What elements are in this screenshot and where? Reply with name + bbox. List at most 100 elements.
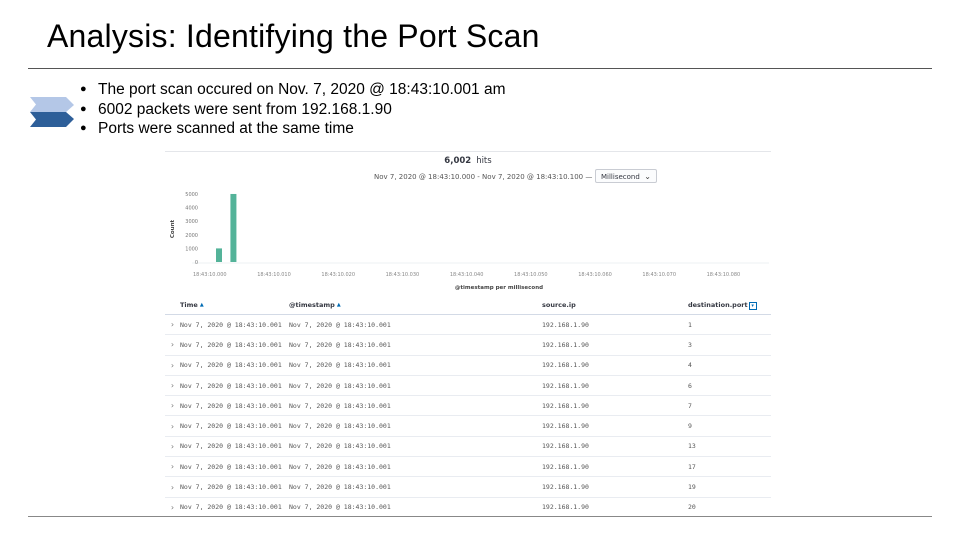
interval-select[interactable]: Millisecond ⌄ (595, 169, 657, 183)
expand-row-icon[interactable]: › (165, 476, 180, 498)
time-cell: Nov 7, 2020 @ 18:43:10.001 (180, 497, 289, 516)
footer-divider (28, 516, 932, 517)
destination-port-cell: 13 (688, 436, 771, 458)
bullet-item: Ports were scanned at the same time (80, 119, 506, 139)
time-cell: Nov 7, 2020 @ 18:43:10.001 (180, 395, 289, 417)
time-cell: Nov 7, 2020 @ 18:43:10.001 (180, 456, 289, 478)
column-options-icon[interactable]: ▾ (748, 301, 757, 310)
table-row[interactable]: › Nov 7, 2020 @ 18:43:10.001 Nov 7, 2020 @… (165, 476, 771, 498)
destination-port-cell: 6 (688, 375, 771, 397)
time-cell: Nov 7, 2020 @ 18:43:10.001 (180, 436, 289, 458)
chevron-down-icon: ⌄ (644, 172, 651, 181)
bullet-item: The port scan occured on Nov. 7, 2020 @ … (80, 80, 506, 100)
expand-row-icon[interactable]: › (165, 375, 180, 397)
timestamp-cell: Nov 7, 2020 @ 18:43:10.001 (289, 355, 542, 376)
timestamp-cell: Nov 7, 2020 @ 18:43:10.001 (289, 456, 542, 478)
time-cell: Nov 7, 2020 @ 18:43:10.001 (180, 375, 289, 397)
source-ip-cell: 192.168.1.90 (542, 436, 688, 458)
source-ip-cell: 192.168.1.90 (542, 314, 688, 336)
y-tick-label: 4000 (185, 206, 198, 212)
destination-port-cell: 20 (688, 497, 771, 516)
x-axis-label: @timestamp per millisecond (455, 285, 543, 291)
timestamp-cell: Nov 7, 2020 @ 18:43:10.001 (289, 436, 542, 458)
hits-summary: 6,002 hits (165, 156, 771, 166)
bullet-item: 6002 packets were sent from 192.168.1.90 (80, 100, 506, 120)
expand-row-icon[interactable]: › (165, 395, 180, 417)
expand-row-icon[interactable]: › (165, 456, 180, 478)
table-row[interactable]: › Nov 7, 2020 @ 18:43:10.001 Nov 7, 2020 @… (165, 334, 771, 356)
destination-port-cell: 1 (688, 314, 771, 336)
timestamp-cell: Nov 7, 2020 @ 18:43:10.001 (289, 314, 542, 336)
histogram-chart: 0 1000 2000 3000 4000 5000 Count 18:43:10.000 18… (170, 192, 771, 291)
table-row[interactable]: › Nov 7, 2020 @ 18:43:10.001 Nov 7, 2020 @… (165, 436, 771, 458)
time-cell: Nov 7, 2020 @ 18:43:10.001 (180, 476, 289, 498)
source-ip-cell: 192.168.1.90 (542, 497, 688, 516)
destination-port-cell: 4 (688, 355, 771, 376)
source-ip-cell: 192.168.1.90 (542, 395, 688, 417)
y-tick-label: 5000 (185, 192, 198, 198)
column-header-timestamp[interactable]: @timestamp ▲ (289, 296, 542, 315)
y-tick-label: 1000 (185, 246, 198, 252)
destination-port-cell: 9 (688, 415, 771, 437)
time-cell: Nov 7, 2020 @ 18:43:10.001 (180, 314, 289, 336)
expand-row-icon[interactable]: › (165, 436, 180, 458)
arrow-icon (30, 97, 74, 127)
y-tick-label: 3000 (185, 219, 198, 225)
hits-count: 6,002 (444, 156, 472, 166)
y-tick-label: 0 (195, 260, 198, 266)
source-ip-cell: 192.168.1.90 (542, 375, 688, 397)
x-tick-label: 18:43:10.030 (386, 272, 420, 278)
expand-row-icon[interactable]: › (165, 334, 180, 356)
table-row[interactable]: › Nov 7, 2020 @ 18:43:10.001 Nov 7, 2020 @… (165, 497, 771, 516)
bullet-list: The port scan occured on Nov. 7, 2020 @ … (80, 80, 506, 139)
destination-port-cell: 17 (688, 456, 771, 478)
y-axis-label: Count (170, 219, 176, 238)
table-row[interactable]: › Nov 7, 2020 @ 18:43:10.001 Nov 7, 2020 @… (165, 355, 771, 376)
timestamp-cell: Nov 7, 2020 @ 18:43:10.001 (289, 476, 542, 498)
x-tick-label: 18:43:10.010 (257, 272, 291, 278)
expand-row-icon[interactable]: › (165, 314, 180, 336)
documents-table: Time ▲ @timestamp ▲ source.ip destination.… (165, 296, 771, 516)
discover-screenshot: 6,002 hits Nov 7, 2020 @ 18:43:10.000 - N… (165, 151, 771, 516)
x-tick-label: 18:43:10.070 (642, 272, 676, 278)
time-range-row: Nov 7, 2020 @ 18:43:10.000 - Nov 7, 2020… (165, 168, 771, 186)
timestamp-cell: Nov 7, 2020 @ 18:43:10.001 (289, 334, 542, 356)
expand-row-icon[interactable]: › (165, 497, 180, 516)
column-header-source-ip[interactable]: source.ip (542, 296, 688, 315)
expand-row-icon[interactable]: › (165, 355, 180, 376)
x-tick-label: 18:43:10.060 (578, 272, 612, 278)
histogram-bar (230, 193, 237, 262)
slide-title: Analysis: Identifying the Port Scan (47, 18, 540, 54)
title-divider (28, 68, 932, 69)
table-row[interactable]: › Nov 7, 2020 @ 18:43:10.001 Nov 7, 2020 @… (165, 375, 771, 397)
hits-label: hits (476, 156, 492, 166)
y-tick-label: 2000 (185, 233, 198, 239)
sort-icon[interactable]: ▲ (337, 302, 341, 308)
time-cell: Nov 7, 2020 @ 18:43:10.001 (180, 355, 289, 376)
expand-row-icon[interactable]: › (165, 415, 180, 437)
header-spacer (165, 296, 180, 315)
interval-select-value: Millisecond (601, 173, 640, 181)
table-header-row: Time ▲ @timestamp ▲ source.ip destination.… (165, 296, 771, 315)
column-header-destination-port[interactable]: destination.port ▾ (688, 296, 771, 315)
sort-icon[interactable]: ▲ (200, 302, 204, 308)
time-cell: Nov 7, 2020 @ 18:43:10.001 (180, 334, 289, 356)
timestamp-cell: Nov 7, 2020 @ 18:43:10.001 (289, 497, 542, 516)
destination-port-cell: 3 (688, 334, 771, 356)
source-ip-cell: 192.168.1.90 (542, 415, 688, 437)
column-header-time[interactable]: Time ▲ (180, 296, 289, 315)
table-row[interactable]: › Nov 7, 2020 @ 18:43:10.001 Nov 7, 2020 @… (165, 415, 771, 437)
source-ip-cell: 192.168.1.90 (542, 456, 688, 478)
source-ip-cell: 192.168.1.90 (542, 476, 688, 498)
timestamp-cell: Nov 7, 2020 @ 18:43:10.001 (289, 375, 542, 397)
table-row[interactable]: › Nov 7, 2020 @ 18:43:10.001 Nov 7, 2020 @… (165, 314, 771, 336)
x-tick-label: 18:43:10.080 (707, 272, 741, 278)
source-ip-cell: 192.168.1.90 (542, 355, 688, 376)
table-row[interactable]: › Nov 7, 2020 @ 18:43:10.001 Nov 7, 2020 @… (165, 395, 771, 417)
histogram-bar (216, 248, 222, 262)
table-row[interactable]: › Nov 7, 2020 @ 18:43:10.001 Nov 7, 2020 @… (165, 456, 771, 478)
x-tick-label: 18:43:10.040 (450, 272, 484, 278)
x-tick-label: 18:43:10.050 (514, 272, 548, 278)
destination-port-cell: 19 (688, 476, 771, 498)
timestamp-cell: Nov 7, 2020 @ 18:43:10.001 (289, 415, 542, 437)
